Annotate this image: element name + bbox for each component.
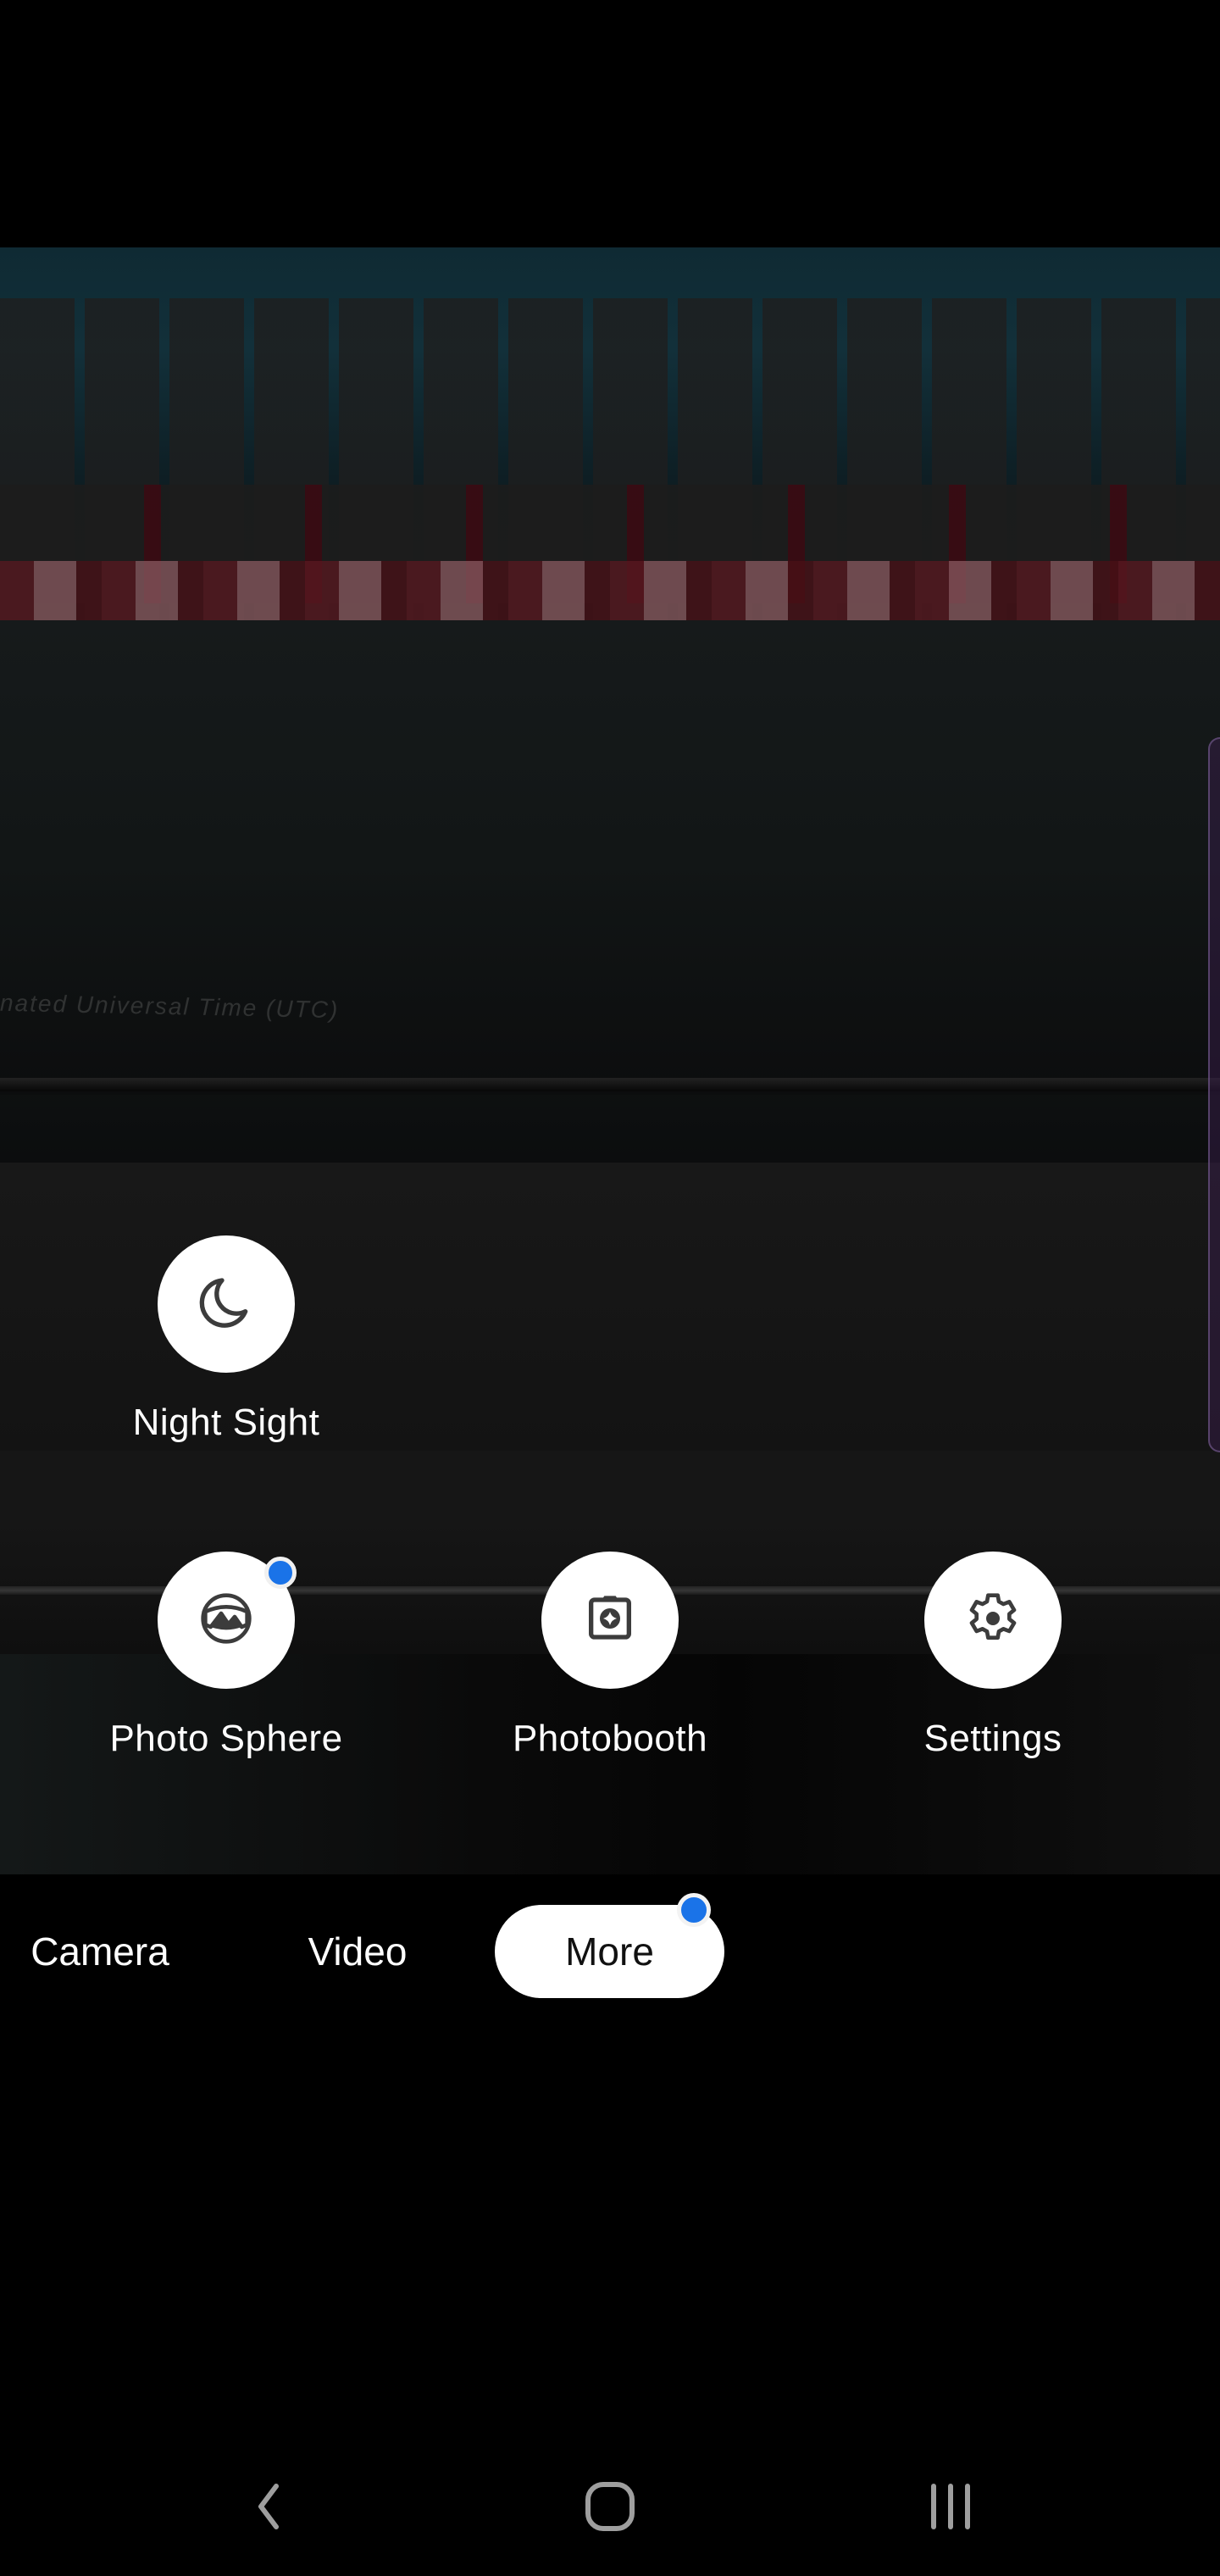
home-icon bbox=[583, 2479, 637, 2538]
back-button[interactable] bbox=[219, 2466, 320, 2551]
top-black-bar bbox=[0, 0, 1220, 247]
keyboard-red-backlight bbox=[0, 561, 1220, 620]
photo-sphere-button[interactable] bbox=[158, 1552, 297, 1689]
tab-more-label: More bbox=[565, 1929, 654, 1974]
mode-label: Settings bbox=[923, 1718, 1062, 1759]
new-badge-dot bbox=[677, 1893, 711, 1927]
recents-button[interactable] bbox=[900, 2466, 1001, 2551]
mode-label: Night Sight bbox=[132, 1402, 320, 1443]
night-sight-button[interactable] bbox=[158, 1235, 295, 1373]
photobooth-button[interactable] bbox=[541, 1552, 679, 1689]
tab-video[interactable]: Video bbox=[273, 1905, 442, 1998]
system-navigation-bar bbox=[0, 2440, 1220, 2576]
new-badge-dot bbox=[264, 1557, 297, 1589]
mode-night-sight[interactable]: Night Sight bbox=[99, 1235, 353, 1444]
keyboard-edge-ridge bbox=[0, 1078, 1220, 1091]
mode-photobooth[interactable]: Photobooth bbox=[483, 1552, 737, 1760]
tab-more[interactable]: More bbox=[495, 1893, 724, 1998]
photobooth-camera-icon bbox=[576, 1585, 644, 1657]
tab-camera[interactable]: Camera bbox=[15, 1905, 185, 1998]
keyboard-palm-rest bbox=[0, 620, 1220, 1095]
mode-label: Photobooth bbox=[512, 1718, 708, 1759]
mode-photo-sphere[interactable]: Photo Sphere bbox=[99, 1552, 353, 1760]
photo-sphere-icon bbox=[192, 1585, 260, 1657]
moon-icon bbox=[192, 1269, 260, 1341]
back-icon bbox=[252, 2479, 286, 2538]
settings-button[interactable] bbox=[924, 1552, 1062, 1689]
recents-icon bbox=[925, 2479, 976, 2538]
edge-panel-handle[interactable] bbox=[1208, 737, 1220, 1452]
gear-icon bbox=[959, 1585, 1027, 1657]
mode-label: Photo Sphere bbox=[109, 1718, 343, 1759]
home-button[interactable] bbox=[559, 2466, 661, 2551]
mode-settings[interactable]: Settings bbox=[866, 1552, 1120, 1760]
mode-tab-bar: Camera Video More bbox=[0, 1874, 1220, 2010]
